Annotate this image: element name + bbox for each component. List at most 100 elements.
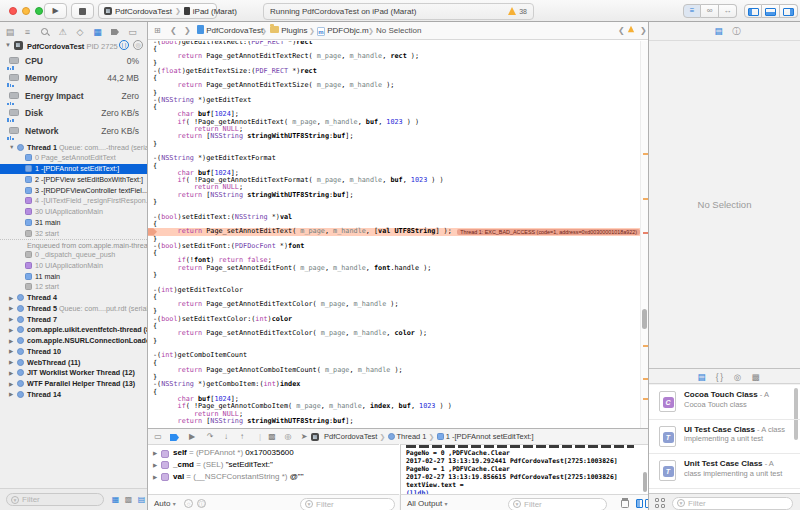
- stack-frame-row[interactable]: 1 -[PDFAnnot setEditText:]: [0, 164, 147, 175]
- stack-frame-row[interactable]: 4 -[UITextField _resignFirstRespon...: [0, 196, 147, 207]
- warning-count[interactable]: 38: [519, 8, 527, 15]
- thread-row[interactable]: ▶com.apple.uikit.eventfetch-thread (8): [0, 325, 147, 336]
- zoom-button[interactable]: [35, 7, 43, 15]
- next-issue-button[interactable]: ❯: [640, 24, 647, 38]
- disclosure-icon[interactable]: ▶: [9, 295, 13, 301]
- run-button[interactable]: ▶: [44, 3, 67, 19]
- flat-view-icon[interactable]: ▦: [110, 494, 121, 505]
- thread-row[interactable]: ▼Thread 1 Queue: com....-thread (serial): [0, 142, 147, 153]
- variables-filter-input[interactable]: ▼Filter: [300, 498, 395, 510]
- grid-view-icon[interactable]: [655, 498, 666, 509]
- object-library-tab[interactable]: ◎: [731, 371, 744, 383]
- debug-crumb-process[interactable]: PdfCordovaTest: [324, 432, 377, 441]
- disclosure-icon[interactable]: ▶: [9, 359, 13, 365]
- scheme-selector[interactable]: PdfCordovaTest ❯ iPad (Marat): [98, 3, 217, 19]
- variables-scope-popup[interactable]: Auto ▾: [154, 499, 176, 508]
- thread-row[interactable]: ▶Thread 14: [0, 389, 147, 400]
- breakpoint-navigator-icon[interactable]: [108, 25, 122, 39]
- simulate-location-icon[interactable]: ➤: [298, 431, 310, 443]
- variable-row[interactable]: ▶self = (PDFAnnot *) 0x170035600: [148, 448, 399, 460]
- gauge-cpu[interactable]: CPU0%: [0, 55, 147, 72]
- console-scope-popup[interactable]: All Output ▾: [407, 499, 447, 508]
- report-navigator-icon[interactable]: ▭: [126, 25, 140, 39]
- crumb-selection[interactable]: No Selection: [376, 24, 421, 38]
- stack-frame-row[interactable]: 12 start: [0, 282, 147, 293]
- info-icon[interactable]: ⓘ: [197, 499, 206, 508]
- stack-frame-row[interactable]: 11 main: [0, 271, 147, 282]
- stop-button[interactable]: [71, 3, 94, 19]
- related-items-icon[interactable]: ⊞: [154, 24, 161, 38]
- thread-row[interactable]: ▶WTF Parallel Helper Thread (13): [0, 379, 147, 390]
- step-into-icon[interactable]: ↓: [220, 431, 232, 443]
- help-inspector-tab[interactable]: ⓘ: [730, 25, 743, 37]
- thread-row[interactable]: ▶Thread 4: [0, 293, 147, 304]
- close-button[interactable]: [9, 7, 17, 15]
- thread-row[interactable]: ▶JIT Worklist Worker Thread (12): [0, 368, 147, 379]
- view-hierarchy-icon[interactable]: ▩: [266, 431, 278, 443]
- disclosure-icon[interactable]: ▶: [9, 316, 13, 322]
- gauge-energy-impact[interactable]: Energy ImpactZero: [0, 90, 147, 107]
- version-editor-button[interactable]: ↔: [719, 4, 737, 18]
- gauge-memory[interactable]: Memory44,2 MB: [0, 72, 147, 89]
- console-filter-input[interactable]: ▼Filter: [508, 498, 607, 510]
- prev-issue-button[interactable]: ❮: [618, 24, 625, 38]
- library-item[interactable]: TUnit Test Case Class - A class implemen…: [649, 454, 800, 489]
- library-filter-input[interactable]: ▼Filter: [672, 497, 793, 510]
- thread-row[interactable]: ▶Thread 7: [0, 314, 147, 325]
- stack-frame-row[interactable]: 2 -[PDFView setEditBoxWithText:]: [0, 174, 147, 185]
- disclosure-icon[interactable]: ▶: [9, 338, 13, 344]
- toggle-debug-area-button[interactable]: [762, 4, 780, 18]
- continue-icon[interactable]: ▶: [186, 431, 198, 443]
- clear-console-icon[interactable]: [621, 498, 629, 508]
- process-row[interactable]: ▼ PdfCordovaTest PID 2725 | | ◎: [0, 40, 147, 53]
- test-navigator-icon[interactable]: ◇: [73, 25, 87, 39]
- crumb-group[interactable]: Plugins: [270, 24, 307, 38]
- issue-warning-icon[interactable]: [627, 24, 638, 38]
- disclosure-icon[interactable]: ▶: [9, 305, 13, 311]
- file-template-library-tab[interactable]: ▤: [695, 371, 708, 383]
- crumb-file[interactable]: m PDFObjc.m: [317, 24, 369, 38]
- step-over-icon[interactable]: ↷: [204, 431, 216, 443]
- pause-icon[interactable]: | |: [119, 40, 129, 50]
- stack-frame-row[interactable]: 0 Page_setAnnotEditText: [0, 153, 147, 164]
- thread-row[interactable]: ▶Thread 5 Queue: com....put.rdt (serial): [0, 303, 147, 314]
- debug-crumb-thread[interactable]: Thread 1: [396, 432, 426, 441]
- hide-debug-area-icon[interactable]: ▭: [152, 431, 164, 443]
- library-item[interactable]: CCocoa Touch Class - A Cocoa Touch class: [649, 385, 800, 420]
- stack-frame-row[interactable]: 3 -[RDPDFViewController textFiel...: [0, 185, 147, 196]
- debug-navigator-icon[interactable]: ▦: [91, 25, 105, 39]
- disclosure-icon[interactable]: ▶: [153, 474, 157, 480]
- stack-frame-row[interactable]: 30 UIApplicationMain: [0, 207, 147, 218]
- editor-scrollbar-thumb[interactable]: [642, 309, 647, 329]
- console-scrollbar-thumb[interactable]: [643, 472, 647, 492]
- minimize-button[interactable]: [22, 7, 30, 15]
- disclosure-icon[interactable]: ▶: [153, 450, 157, 456]
- toggle-inspector-button[interactable]: [780, 4, 798, 18]
- memory-graph-icon[interactable]: ◎: [282, 431, 294, 443]
- symbol-navigator-icon[interactable]: ≡: [21, 25, 35, 39]
- stack-frame-row[interactable]: 32 start: [0, 228, 147, 239]
- disclosure-icon[interactable]: ▶: [9, 391, 13, 397]
- library-item[interactable]: TUI Test Case Class - A class implementi…: [649, 420, 800, 455]
- disclosure-icon[interactable]: ▼: [5, 42, 11, 48]
- find-navigator-icon[interactable]: [38, 25, 52, 39]
- step-out-icon[interactable]: ↑: [236, 431, 248, 443]
- console-view[interactable]: PageNo = 0 ,PDFVCache.Clear2017-02-27 13…: [400, 444, 648, 494]
- source-editor[interactable]: -(bool)getEditTextRect:(PDF_RECT *)rect{…: [148, 41, 648, 428]
- stack-frame-row[interactable]: 10 UIApplicationMain: [0, 260, 147, 271]
- disclosure-icon[interactable]: ▶: [9, 327, 13, 333]
- thread-row[interactable]: ▶com.apple.NSURLConnectionLoader...: [0, 336, 147, 347]
- disclosure-icon[interactable]: ▶: [9, 348, 13, 354]
- standard-editor-button[interactable]: ≡: [683, 4, 701, 18]
- code-snippet-library-tab[interactable]: { }: [713, 371, 726, 383]
- back-button[interactable]: ❮: [170, 24, 177, 38]
- forward-button[interactable]: ❯: [184, 24, 191, 38]
- toggle-variables-icon[interactable]: [636, 499, 643, 508]
- disclosure-icon[interactable]: ▶: [9, 381, 13, 387]
- variable-row[interactable]: ▶val = (__NSCFConstantString *) @"": [148, 472, 399, 484]
- issue-navigator-icon[interactable]: ⚠: [56, 25, 70, 39]
- media-library-tab[interactable]: ▩: [749, 371, 762, 383]
- show-only-icon[interactable]: ○: [184, 499, 193, 508]
- thread-row[interactable]: ▶Thread 10: [0, 346, 147, 357]
- disclosure-icon[interactable]: ▶: [153, 462, 157, 468]
